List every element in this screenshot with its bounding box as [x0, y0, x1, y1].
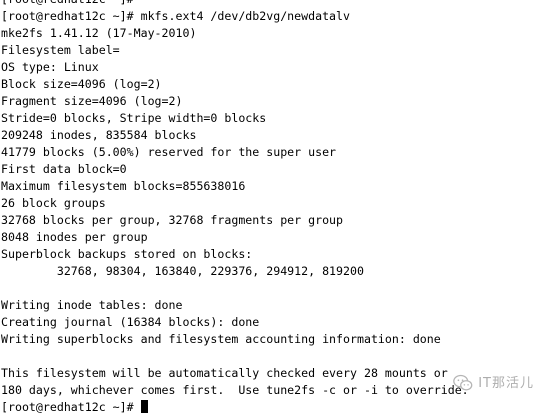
terminal-line: 32768 blocks per group, 32768 fragments …	[1, 213, 344, 227]
terminal-line: Stride=0 blocks, Stripe width=0 blocks	[1, 111, 267, 125]
terminal-line: Creating journal (16384 blocks): done	[1, 315, 260, 329]
terminal-line: Superblock backups stored on blocks:	[1, 247, 253, 261]
terminal-line: Filesystem label=	[1, 43, 120, 57]
terminal-line: Block size=4096 (log=2)	[1, 77, 162, 91]
terminal-line: 41779 blocks (5.00%) reserved for the su…	[1, 145, 337, 159]
terminal-prompt-line[interactable]: [root@redhat12c ~]#	[0, 399, 538, 416]
terminal-line: 8048 inodes per group	[1, 230, 148, 244]
terminal-line: mke2fs 1.41.12 (17-May-2010)	[1, 26, 197, 40]
terminal-window[interactable]: [root@redhat12c ~]# [root@redhat12c ~]# …	[0, 0, 538, 414]
terminal-line: 26 block groups	[1, 196, 106, 210]
terminal-line: 209248 inodes, 835584 blocks	[1, 128, 197, 142]
terminal-line: [root@redhat12c ~]#	[0, 0, 538, 8]
terminal-line: 32768, 98304, 163840, 229376, 294912, 81…	[1, 264, 364, 278]
watermark-text: IT那活儿	[478, 375, 534, 391]
watermark: IT那活儿	[452, 371, 534, 395]
terminal-cursor	[140, 400, 148, 413]
terminal-line: OS type: Linux	[1, 60, 99, 74]
terminal-line: [root@redhat12c ~]# mkfs.ext4 /dev/db2vg…	[1, 9, 351, 23]
shell-prompt: [root@redhat12c ~]#	[1, 400, 134, 414]
terminal-line: Writing inode tables: done	[1, 298, 183, 312]
terminal-line: Maximum filesystem blocks=855638016	[1, 179, 246, 193]
terminal-line: Fragment size=4096 (log=2)	[1, 94, 183, 108]
wechat-logo-icon	[453, 374, 473, 391]
terminal-line: Writing superblocks and filesystem accou…	[1, 332, 441, 346]
terminal-line: First data block=0	[1, 162, 127, 176]
